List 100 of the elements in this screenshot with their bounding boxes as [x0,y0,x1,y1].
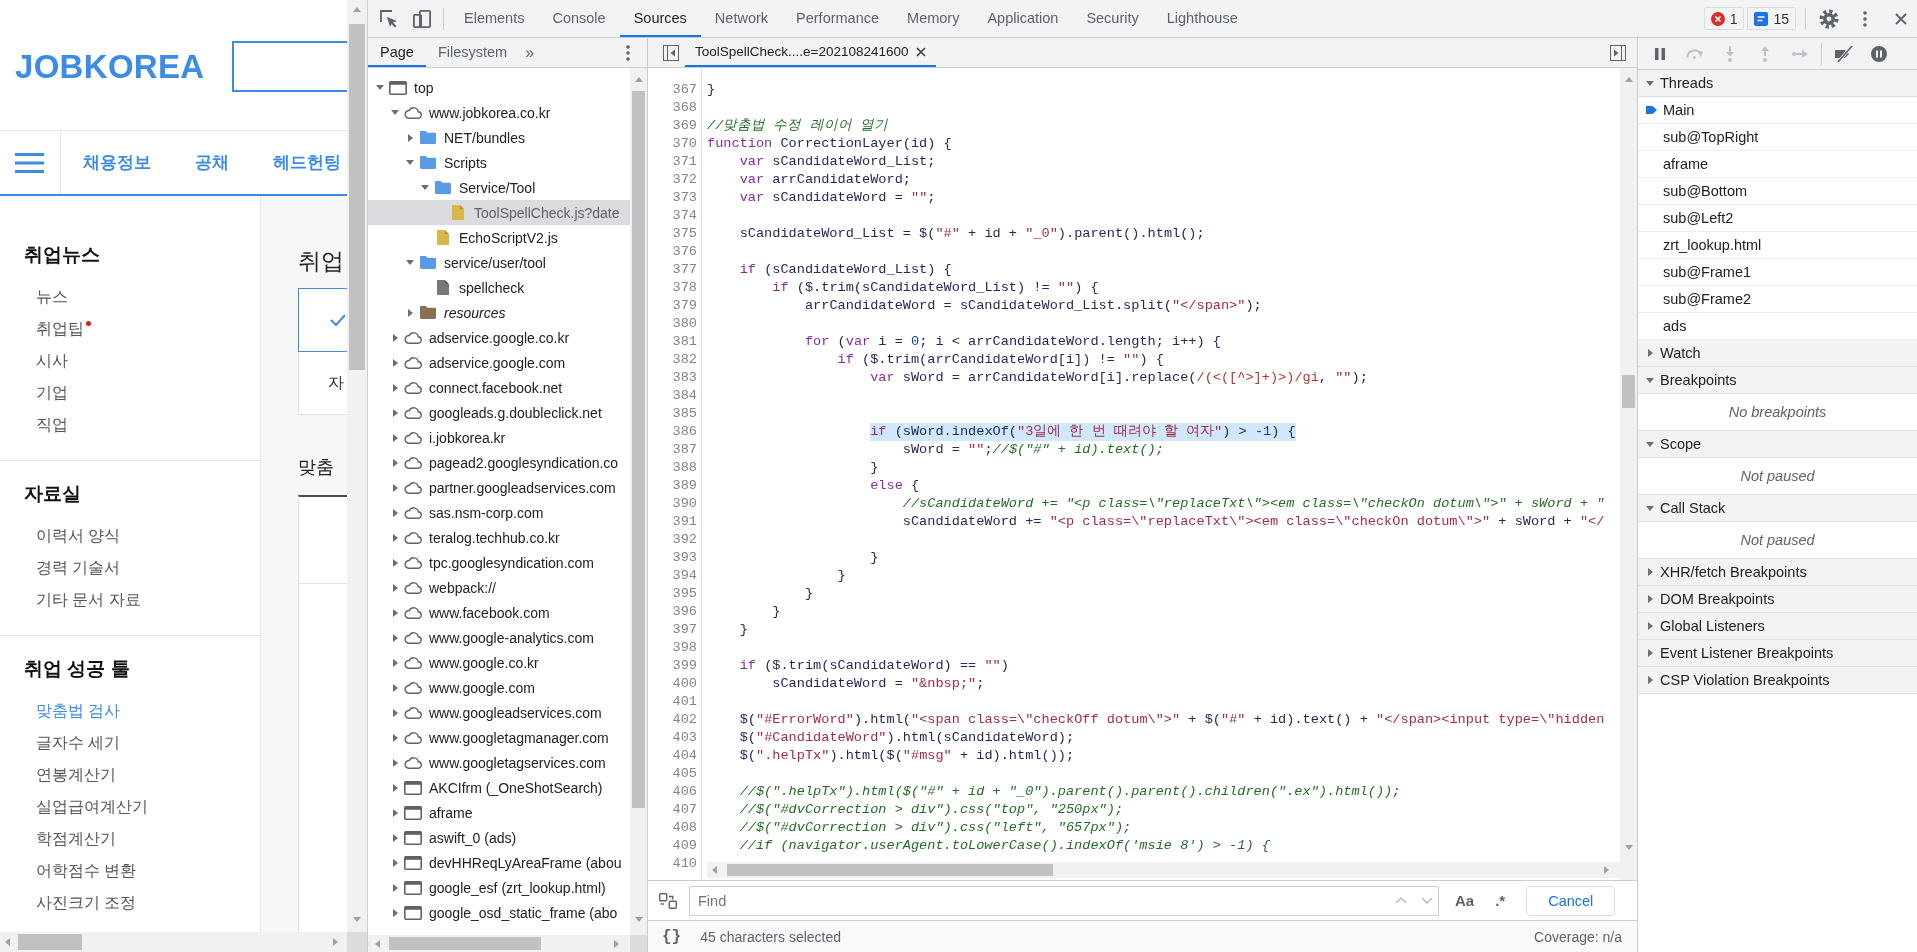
match-case-button[interactable]: Aa [1455,892,1475,909]
caret-right-icon[interactable] [392,883,398,892]
caret-down-icon[interactable] [391,110,399,115]
caret-right-icon[interactable] [392,908,398,917]
caret-right-icon[interactable] [407,133,413,142]
tree-item[interactable]: Scripts [368,150,630,175]
tree-item[interactable]: top [368,75,630,100]
caret-right-icon[interactable] [392,683,398,692]
caret-right-icon[interactable] [392,608,398,617]
section-header[interactable]: XHR/fetch Breakpoints [1638,559,1917,586]
tree-item[interactable]: adservice.google.co.kr [368,325,630,350]
close-icon[interactable] [1895,12,1907,25]
sidebar-link[interactable]: 맞춤법 검사 [36,695,121,727]
caret-right-icon[interactable] [392,458,398,467]
caret-right-icon[interactable] [392,633,398,642]
sidebar-link[interactable]: 글자수 세기 [36,727,121,759]
tree-item[interactable]: www.googletagmanager.com [368,725,630,750]
messages-button[interactable]: 15 [1747,7,1796,30]
sidebar-link[interactable]: 경력 기술서 [36,552,121,584]
scrollbar-thumb[interactable] [1622,375,1635,408]
tree-item[interactable]: tpc.googlesyndication.com [368,550,630,575]
sidebar-toggle-icon[interactable] [663,44,679,61]
caret-right-icon[interactable] [407,308,413,317]
scrollbar[interactable] [0,932,347,952]
caret-right-icon[interactable] [1647,676,1653,684]
tree-item[interactable]: googleads.g.doubleclick.net [368,400,630,425]
pretty-print-button[interactable]: {} [662,927,682,946]
thread-item[interactable]: sub@Frame1 [1638,259,1917,286]
tree-item[interactable]: www.facebook.com [368,600,630,625]
tree-item[interactable]: www.google.com [368,675,630,700]
caret-right-icon[interactable] [392,783,398,792]
sidebar-link[interactable]: 직업 [36,409,68,441]
sidebar-link[interactable]: 실업급여계산기 [36,791,148,823]
tree-item[interactable]: teralog.techhub.co.kr [368,525,630,550]
cancel-button[interactable]: Cancel [1526,885,1616,916]
thread-item[interactable]: sub@Bottom [1638,178,1917,205]
scrollbar[interactable] [707,862,1620,878]
tree-item[interactable]: aframe [368,800,630,825]
regex-button[interactable]: .* [1495,892,1506,909]
tab[interactable]: Application [973,0,1073,37]
menu-icon[interactable] [15,152,44,173]
tree-item[interactable]: i.jobkorea.kr [368,425,630,450]
tree-item[interactable]: service/user/tool [368,250,630,275]
sidebar-toggle-icon[interactable] [1610,44,1626,61]
caret-right-icon[interactable] [392,708,398,717]
sidebar-link[interactable]: 어학점수 변환 [36,855,137,887]
more-tabs-button[interactable]: » [519,39,541,66]
tree-item[interactable]: pagead2.googlesyndication.co [368,450,630,475]
inspect-icon[interactable] [380,9,398,28]
caret-right-icon[interactable] [392,333,398,342]
tree-item[interactable]: connect.facebook.net [368,375,630,400]
tab[interactable]: Console [538,0,620,37]
thread-item[interactable]: sub@TopRight [1638,124,1917,151]
thread-item[interactable]: sub@Frame2 [1638,286,1917,313]
tree-item[interactable]: www.googleadservices.com [368,700,630,725]
tab[interactable]: Network [700,0,783,37]
tree-item[interactable]: google_osd_static_frame (abo [368,900,630,925]
scrollbar-thumb[interactable] [727,864,1053,876]
section-header[interactable]: Threads [1638,70,1917,97]
section-header[interactable]: CSP Violation Breakpoints [1638,667,1917,694]
scrollbar-thumb[interactable] [389,937,541,950]
section-header[interactable]: Global Listeners [1638,613,1917,640]
tab[interactable]: Filesystem [425,38,520,67]
pause-on-exceptions-icon[interactable] [1870,45,1887,62]
tree-item[interactable]: AKCIfrm (_OneShotSearch) [368,775,630,800]
deactivate-breakpoints-icon[interactable] [1833,45,1854,62]
sidebar-link[interactable]: 학점계산기 [36,823,116,855]
tab[interactable]: Security [1072,0,1153,37]
tree-item[interactable]: www.google-analytics.com [368,625,630,650]
caret-right-icon[interactable] [1647,568,1653,576]
tree-item[interactable]: ToolSpellCheck.js?date [368,200,630,225]
sidebar-link[interactable]: 사진크기 조정 [36,887,137,919]
tab[interactable]: Elements [450,0,539,37]
caret-right-icon[interactable] [1647,595,1653,603]
thread-item[interactable]: Main [1638,97,1917,124]
caret-down-icon[interactable] [406,160,414,165]
tab[interactable]: Performance [782,0,894,37]
tree-item[interactable]: webpack:// [368,575,630,600]
tree-item[interactable]: adservice.google.com [368,350,630,375]
caret-down-icon[interactable] [406,260,414,265]
caret-right-icon[interactable] [392,383,398,392]
section-header[interactable]: Call Stack [1638,495,1917,522]
step-tab[interactable] [298,288,347,352]
caret-down-icon[interactable] [1646,80,1654,86]
caret-down-icon[interactable] [1646,441,1654,447]
sidebar-link[interactable]: 연봉계산기 [36,759,116,791]
tree-item[interactable]: www.googletagservices.com [368,750,630,775]
caret-right-icon[interactable] [392,483,398,492]
tree-item[interactable]: spellcheck [368,275,630,300]
caret-down-icon[interactable] [1646,377,1654,383]
caret-right-icon[interactable] [392,583,398,592]
caret-right-icon[interactable] [392,533,398,542]
tree-item[interactable]: aswift_0 (ads) [368,825,630,850]
caret-right-icon[interactable] [392,658,398,667]
caret-right-icon[interactable] [392,508,398,517]
tree-item[interactable]: devHHReqLyAreaFrame (abou [368,850,630,875]
scrollbar[interactable] [368,935,630,952]
caret-right-icon[interactable] [392,558,398,567]
caret-right-icon[interactable] [1647,349,1653,357]
caret-right-icon[interactable] [392,433,398,442]
